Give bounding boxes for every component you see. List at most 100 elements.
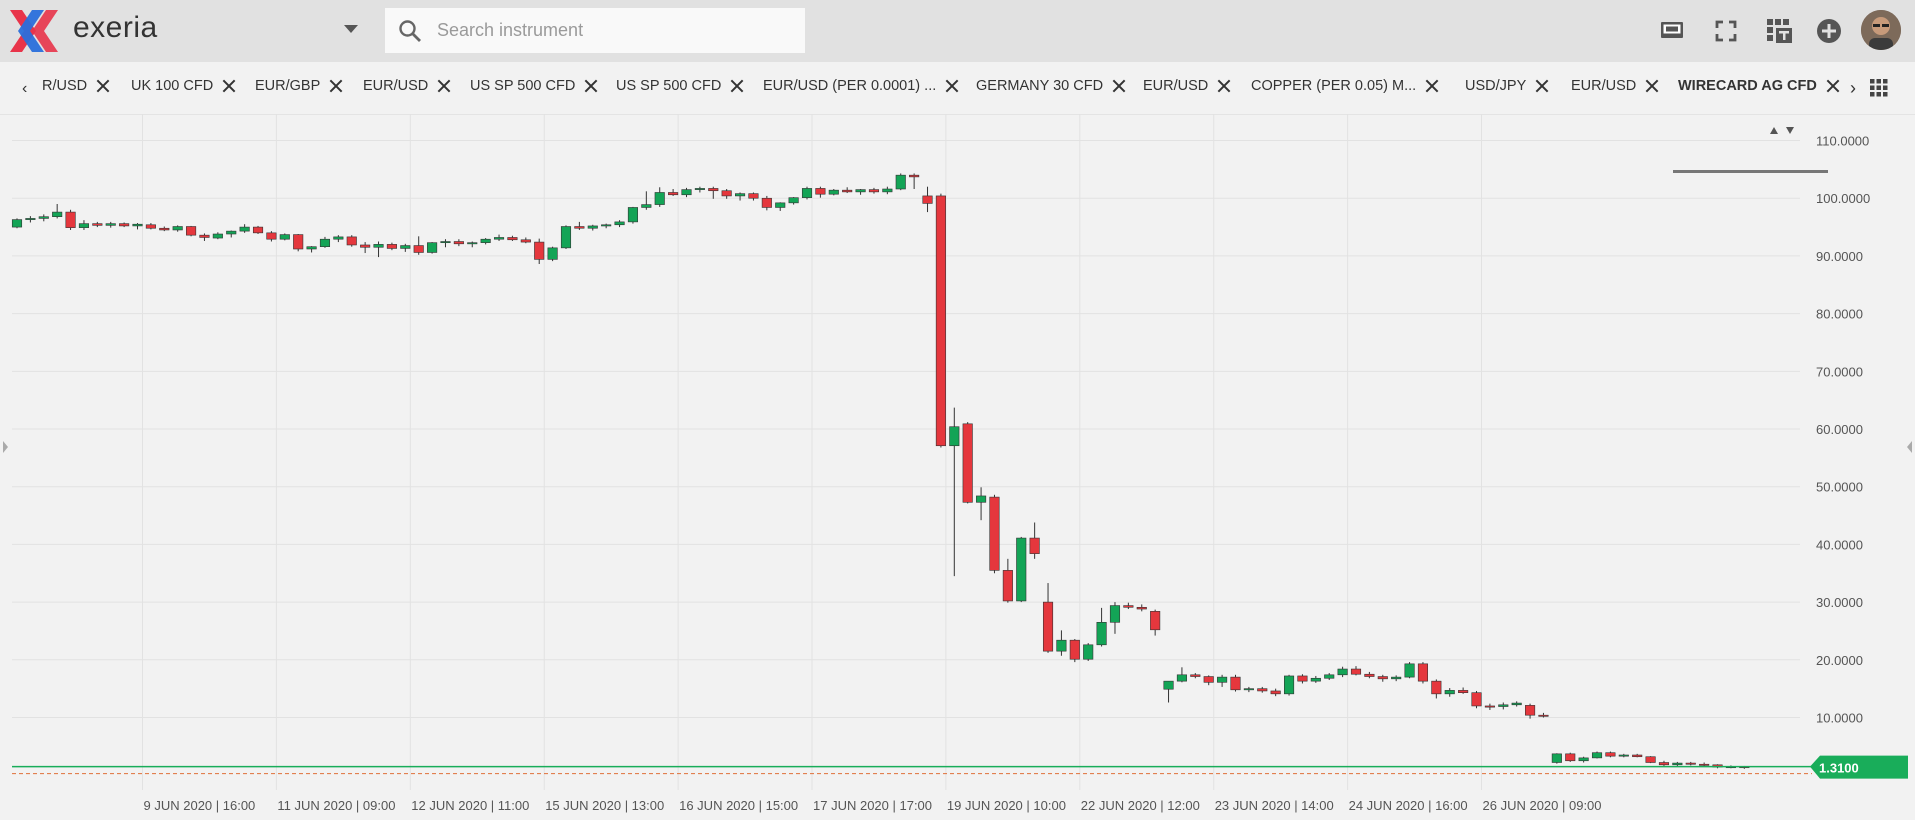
candle-up[interactable] <box>105 221 116 228</box>
candle-up[interactable] <box>895 173 906 191</box>
candle-up[interactable] <box>1404 662 1415 679</box>
chevron-left-icon[interactable]: ‹ <box>22 80 27 98</box>
candle-down[interactable] <box>413 236 424 255</box>
candle-down[interactable] <box>868 187 880 194</box>
search-input[interactable] <box>437 8 797 53</box>
candle-down[interactable] <box>989 494 1000 574</box>
candle-up[interactable] <box>38 214 49 222</box>
candle-down[interactable] <box>1203 675 1214 686</box>
candle-up[interactable] <box>52 204 63 219</box>
tab-instrument[interactable]: EUR/USD <box>363 78 451 100</box>
candle-up[interactable] <box>801 186 813 200</box>
candle-up[interactable] <box>1391 675 1402 682</box>
search-box[interactable] <box>385 8 805 53</box>
candle-up[interactable] <box>627 206 638 224</box>
add-circle-icon[interactable] <box>1814 16 1844 46</box>
candle-down[interactable] <box>386 242 397 251</box>
candle-up[interactable] <box>279 233 290 241</box>
candle-up[interactable] <box>1618 753 1629 758</box>
candle-up[interactable] <box>855 189 866 195</box>
candle-up[interactable] <box>1109 602 1121 634</box>
candle-down[interactable] <box>1029 522 1040 559</box>
close-icon[interactable] <box>222 79 236 93</box>
candle-down[interactable] <box>815 186 826 198</box>
candle-up[interactable] <box>25 216 36 223</box>
candle-up[interactable] <box>1284 674 1295 696</box>
collapse-right-handle[interactable] <box>1907 441 1912 453</box>
chevron-right-icon[interactable]: › <box>1850 78 1856 99</box>
tab-instrument[interactable]: GERMANY 30 CFD <box>976 78 1126 100</box>
candle-up[interactable] <box>949 407 960 577</box>
close-icon[interactable] <box>945 79 959 93</box>
candle-up[interactable] <box>587 224 598 231</box>
close-icon[interactable] <box>584 79 598 93</box>
candle-up[interactable] <box>467 241 478 248</box>
candle-down[interactable] <box>1069 639 1080 663</box>
candle-down[interactable] <box>1417 662 1428 684</box>
close-icon[interactable] <box>96 79 110 93</box>
close-icon[interactable] <box>1425 79 1439 93</box>
candle-up[interactable] <box>400 243 411 252</box>
candle-up[interactable] <box>775 202 786 211</box>
candle-down[interactable] <box>1270 688 1281 697</box>
candle-up[interactable] <box>239 224 250 233</box>
collapse-left-handle[interactable] <box>3 441 8 453</box>
tab-instrument-active[interactable]: WIRECARD AG CFD <box>1678 78 1840 100</box>
fullscreen-icon[interactable] <box>1711 16 1741 46</box>
candle-down[interactable] <box>1484 703 1495 710</box>
candle-down[interactable] <box>935 193 946 448</box>
candle-up[interactable] <box>614 220 625 228</box>
candle-down[interactable] <box>761 195 772 211</box>
candle-up[interactable] <box>1444 688 1455 697</box>
candle-up[interactable] <box>976 487 987 521</box>
candlestick-chart[interactable]: 1.3100 110.0000 100.0000 90.0000 80.0000 70.… <box>0 114 1915 820</box>
app-name[interactable]: exeria <box>73 11 158 45</box>
candle-up[interactable] <box>373 241 384 258</box>
candle-down[interactable] <box>1190 673 1201 679</box>
candle-up[interactable] <box>1016 536 1027 603</box>
candle-up[interactable] <box>493 234 505 241</box>
candle-down[interactable] <box>1257 686 1268 693</box>
candle-up[interactable] <box>440 239 451 248</box>
candle-up[interactable] <box>788 197 799 205</box>
candle-up[interactable] <box>828 189 839 196</box>
candle-down[interactable] <box>1002 558 1013 603</box>
close-icon[interactable] <box>1112 79 1126 93</box>
candle-down[interactable] <box>1645 756 1656 764</box>
tab-instrument[interactable]: EUR/USD (PER 0.0001) ... <box>763 78 959 100</box>
candle-up[interactable] <box>306 246 317 253</box>
close-icon[interactable] <box>1217 79 1231 93</box>
candle-down[interactable] <box>360 242 371 254</box>
candle-up[interactable] <box>1337 666 1348 678</box>
candle-down[interactable] <box>1699 762 1710 766</box>
candle-up[interactable] <box>1551 753 1562 764</box>
tab-instrument[interactable]: EUR/USD <box>1571 78 1659 100</box>
candle-down[interactable] <box>1150 609 1161 636</box>
monitor-icon[interactable] <box>1657 16 1687 46</box>
candle-up[interactable] <box>1578 756 1589 763</box>
candle-down[interactable] <box>748 192 759 201</box>
tab-instrument[interactable]: R/USD <box>42 78 110 100</box>
candle-down[interactable] <box>1431 679 1442 699</box>
candle-up[interactable] <box>319 236 331 248</box>
candle-up[interactable] <box>641 191 652 210</box>
candle-up[interactable] <box>681 187 692 198</box>
tab-instrument[interactable]: EUR/USD <box>1143 78 1231 100</box>
candle-up[interactable] <box>1511 701 1522 707</box>
candle-up[interactable] <box>882 186 893 195</box>
candle-down[interactable] <box>962 422 973 504</box>
candle-down[interactable] <box>1565 752 1576 762</box>
candle-up[interactable] <box>11 218 23 229</box>
close-icon[interactable] <box>1535 79 1549 93</box>
candle-down[interactable] <box>1042 583 1054 653</box>
candle-up[interactable] <box>1324 673 1335 680</box>
tab-instrument[interactable]: UK 100 CFD <box>131 78 236 100</box>
close-icon[interactable] <box>1645 79 1659 93</box>
candle-up[interactable] <box>480 238 491 245</box>
candle-down[interactable] <box>1123 602 1134 610</box>
close-icon[interactable] <box>730 79 744 93</box>
candle-down[interactable] <box>92 221 103 228</box>
candle-up[interactable] <box>1217 674 1228 687</box>
candle-down[interactable] <box>520 237 531 244</box>
candle-down[interactable] <box>1471 690 1482 709</box>
